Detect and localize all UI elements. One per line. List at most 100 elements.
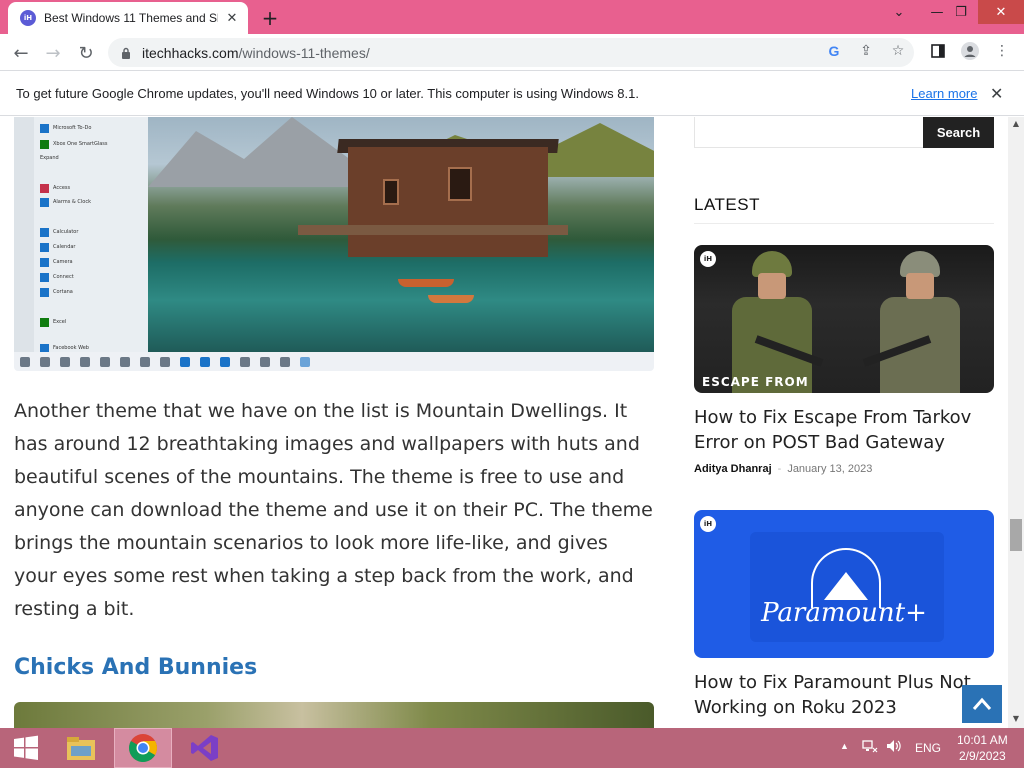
scroll-down-arrow-icon[interactable]: ▼ <box>1011 714 1021 723</box>
sidebar-search-input[interactable] <box>694 117 924 148</box>
back-to-top-button[interactable] <box>962 685 1002 723</box>
wooden-dock <box>298 225 568 235</box>
taskbar-icon <box>140 356 150 367</box>
taskbar-icon <box>280 356 290 367</box>
address-bar[interactable]: itechhacks.com/windows-11-themes/ <box>108 38 914 67</box>
cabin-window <box>448 167 472 201</box>
menu-kebab-icon[interactable]: ⋮ <box>992 41 1012 61</box>
startmenu-item: Calculator <box>40 227 78 237</box>
tab-close-icon[interactable]: ✕ <box>224 10 240 26</box>
post-thumbnail-paramount[interactable]: Paramount+ iH <box>694 510 994 658</box>
url-domain: itechhacks.com <box>142 44 239 61</box>
startmenu-item: Alarms & Clock <box>40 197 91 207</box>
taskbar-icon <box>100 356 110 367</box>
soldier-figure <box>724 251 824 393</box>
wooden-cabin <box>348 147 548 257</box>
site-badge-icon: iH <box>700 251 716 267</box>
forward-button[interactable]: → <box>40 40 66 66</box>
mountain-logo-icon <box>824 572 868 600</box>
startmenu-item: Camera <box>40 257 73 267</box>
update-infobar: To get future Google Chrome updates, you… <box>0 72 1024 116</box>
taskbar-icon <box>240 356 250 367</box>
post-date: January 13, 2023 <box>787 463 873 475</box>
windows-taskbar: ▲ ENG 10:01 AM 2/9/2023 <box>0 728 1024 768</box>
scroll-up-arrow-icon[interactable]: ▲ <box>1011 119 1021 128</box>
rowboat <box>428 295 474 303</box>
cabin-window <box>383 179 399 205</box>
volume-icon[interactable] <box>886 739 902 756</box>
side-panel-icon[interactable] <box>928 41 948 61</box>
visual-studio-icon[interactable] <box>182 728 228 768</box>
taskbar-icon <box>160 356 170 367</box>
taskbar-icon <box>120 356 130 367</box>
startmenu-item: Calendar <box>40 242 75 252</box>
taskbar-icon <box>260 356 270 367</box>
article-image-mountain-dwellings: Microsoft To-Do Xbox One SmartGlass Expa… <box>14 117 654 371</box>
clock-date[interactable]: 2/9/2023 <box>959 749 1006 763</box>
soldier-figure <box>862 251 968 393</box>
post-meta: Aditya Dhanraj - January 13, 2023 <box>694 463 873 475</box>
google-lens-icon[interactable]: G <box>824 41 844 61</box>
startmenu-item: Xbox One SmartGlass <box>40 139 108 149</box>
input-language-indicator[interactable]: ENG <box>915 741 941 755</box>
taskbar-icon <box>80 356 90 367</box>
close-window-button[interactable]: ✕ <box>978 0 1024 24</box>
article-image-chicks-bunnies <box>14 702 654 728</box>
article-paragraph: Another theme that we have on the list i… <box>14 400 653 620</box>
startmenu-item: Excel <box>40 317 66 327</box>
page-scrollbar[interactable]: ▲ ▼ <box>1008 117 1024 728</box>
windows-start-icon[interactable] <box>4 728 48 768</box>
tab-search-chevron-down-icon[interactable]: ⌄ <box>882 0 916 24</box>
startmenu-item: Connect <box>40 272 74 282</box>
startmenu-rail <box>14 117 34 352</box>
taskbar-icon <box>40 356 50 367</box>
taskbar-icon <box>20 356 30 367</box>
url-path: /windows-11-themes/ <box>238 44 370 61</box>
bookmark-star-icon[interactable]: ☆ <box>888 41 908 61</box>
restore-button[interactable]: ❐ <box>944 0 978 24</box>
url-text: itechhacks.com/windows-11-themes/ <box>142 45 370 61</box>
clock-time[interactable]: 10:01 AM <box>957 733 1008 747</box>
file-explorer-icon[interactable] <box>58 728 104 768</box>
section-heading: Chicks And Bunnies <box>14 655 258 680</box>
taskbar-icon <box>200 356 210 367</box>
back-button[interactable]: ← <box>8 40 34 66</box>
browser-toolbar: ← → ↻ itechhacks.com/windows-11-themes/ … <box>0 34 1024 71</box>
latest-heading: LATEST <box>694 195 760 214</box>
post-title-link[interactable]: How to Fix Escape From Tarkov Error on P… <box>694 405 994 455</box>
learn-more-link[interactable]: Learn more <box>911 86 977 101</box>
taskbar-icon <box>180 356 190 367</box>
rowboat <box>398 279 454 287</box>
infobar-close-icon[interactable]: ✕ <box>990 84 1003 103</box>
taskbar-icon <box>300 356 310 367</box>
startmenu-item: Access <box>40 183 70 193</box>
startmenu-item: Microsoft To-Do <box>40 123 91 133</box>
tab-title: Best Windows 11 Themes and Sk <box>44 11 218 25</box>
paramount-logo-text: Paramount+ <box>761 598 927 628</box>
post-thumbnail-tarkov[interactable]: iH ESCAPE FROM <box>694 245 994 393</box>
profile-avatar-icon[interactable] <box>960 41 980 61</box>
post-title-link[interactable]: How to Fix Paramount Plus Not Working on… <box>694 670 994 720</box>
site-badge-icon: iH <box>700 516 716 532</box>
windows-taskbar-screenshot <box>14 352 654 371</box>
share-icon[interactable]: ⇪ <box>856 41 876 61</box>
page-viewport: Microsoft To-Do Xbox One SmartGlass Expa… <box>0 117 1008 728</box>
chrome-taskbar-icon[interactable] <box>114 728 172 768</box>
browser-titlebar: iH Best Windows 11 Themes and Sk ✕ + ⌄ —… <box>0 0 1024 34</box>
startmenu-screenshot: Microsoft To-Do Xbox One SmartGlass Expa… <box>14 117 148 353</box>
browser-tab[interactable]: iH Best Windows 11 Themes and Sk ✕ <box>8 2 248 34</box>
scrollbar-thumb[interactable] <box>1010 519 1022 551</box>
lock-icon[interactable] <box>120 46 132 60</box>
sidebar-search-button[interactable]: Search <box>923 117 994 148</box>
thumbnail-overlay-text: ESCAPE FROM <box>702 375 809 389</box>
tray-expand-chevron-up-icon[interactable]: ▲ <box>840 741 849 751</box>
post-author[interactable]: Aditya Dhanraj <box>694 463 772 475</box>
taskbar-icon <box>60 356 70 367</box>
reload-button[interactable]: ↻ <box>73 40 99 66</box>
taskbar-icon <box>220 356 230 367</box>
mountain-lake-wallpaper <box>148 117 654 352</box>
new-tab-button[interactable]: + <box>258 6 282 30</box>
network-icon[interactable] <box>862 739 878 756</box>
startmenu-item: Expand <box>40 155 59 161</box>
divider <box>694 223 994 224</box>
